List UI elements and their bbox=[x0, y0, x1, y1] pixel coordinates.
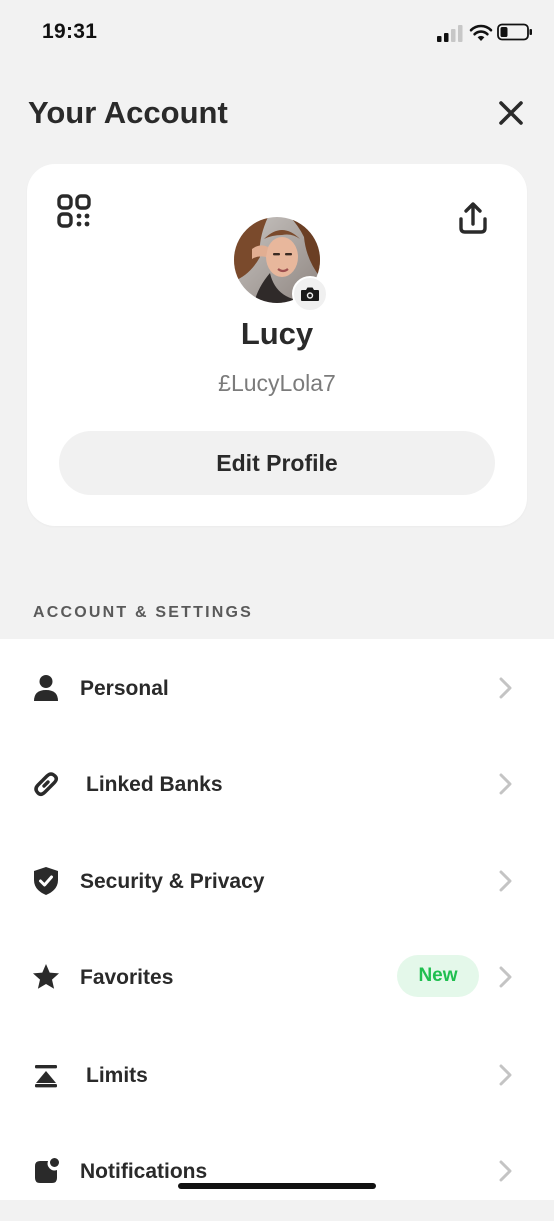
status-time: 19:31 bbox=[42, 20, 98, 43]
page-title: Your Account bbox=[28, 95, 228, 130]
settings-item-limits[interactable]: Limits bbox=[0, 1027, 554, 1124]
chevron-right-icon bbox=[499, 677, 512, 699]
profile-cashtag: £LucyLola7 bbox=[218, 370, 336, 396]
settings-item-security-privacy[interactable]: Security & Privacy bbox=[0, 833, 554, 930]
settings-item-personal[interactable]: Personal bbox=[0, 639, 554, 736]
settings-item-linked-banks[interactable]: Linked Banks bbox=[0, 736, 554, 833]
person-icon bbox=[30, 672, 62, 704]
settings-item-label: Notifications bbox=[80, 1160, 208, 1183]
new-badge: New bbox=[397, 955, 479, 997]
profile-card: Lucy £LucyLola7 Edit Profile bbox=[27, 164, 527, 526]
share-icon[interactable] bbox=[455, 200, 491, 236]
status-bar: 19:31 bbox=[0, 0, 554, 66]
settings-item-notifications[interactable]: Notifications bbox=[0, 1124, 554, 1221]
close-icon bbox=[499, 101, 523, 125]
settings-item-label: Personal bbox=[80, 677, 169, 700]
link-icon bbox=[30, 768, 62, 800]
signal-icon bbox=[437, 25, 463, 42]
chevron-right-icon bbox=[499, 773, 512, 795]
notification-icon bbox=[30, 1155, 62, 1187]
profile-name: Lucy bbox=[240, 316, 314, 351]
qr-code-icon[interactable] bbox=[57, 194, 91, 228]
home-indicator bbox=[178, 1183, 376, 1189]
settings-item-label: Favorites bbox=[80, 966, 174, 989]
settings-item-favorites[interactable]: Favorites New bbox=[0, 930, 554, 1027]
chevron-right-icon bbox=[499, 966, 512, 988]
settings-list: Personal Linked Banks Security & Privacy bbox=[0, 639, 554, 1200]
close-button[interactable] bbox=[492, 94, 530, 132]
settings-item-label: Limits bbox=[86, 1064, 148, 1087]
chevron-right-icon bbox=[499, 1064, 512, 1086]
wifi-icon bbox=[469, 24, 493, 41]
change-photo-button[interactable] bbox=[292, 276, 328, 312]
section-label: ACCOUNT & SETTINGS bbox=[33, 604, 254, 621]
chevron-right-icon bbox=[499, 1160, 512, 1182]
camera-icon bbox=[301, 287, 319, 301]
shield-check-icon bbox=[30, 865, 62, 897]
edit-profile-button[interactable]: Edit Profile bbox=[59, 431, 495, 495]
star-icon bbox=[30, 961, 62, 993]
battery-icon bbox=[497, 23, 532, 41]
settings-item-label: Linked Banks bbox=[86, 773, 223, 796]
chevron-right-icon bbox=[499, 870, 512, 892]
settings-item-label: Security & Privacy bbox=[80, 870, 265, 893]
limits-icon bbox=[30, 1060, 62, 1092]
